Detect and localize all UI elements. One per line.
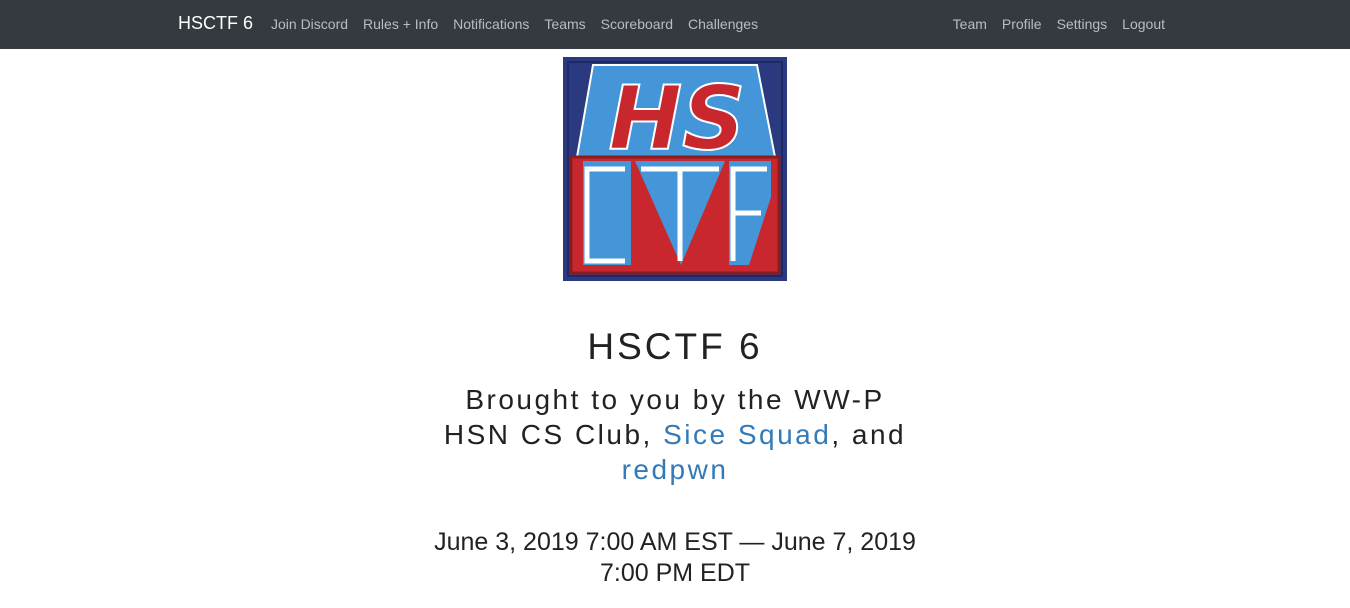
top-navbar: HSCTF 6 Join Discord Rules + Info Notifi…	[0, 0, 1350, 49]
nav-item-settings[interactable]: Settings	[1057, 16, 1108, 32]
page-title: HSCTF 6	[587, 326, 763, 367]
hsctf-logo-graphic: HS	[563, 57, 787, 281]
hsctf-logo: HS	[563, 57, 787, 281]
hero-subtitle: Brought to you by the WW-P HSN CS Club, …	[440, 382, 910, 487]
nav-item-logout[interactable]: Logout	[1122, 16, 1165, 32]
nav-item-profile[interactable]: Profile	[1002, 16, 1042, 32]
sice-squad-link[interactable]: Sice Squad	[663, 419, 831, 450]
nav-item-team[interactable]: Team	[953, 16, 987, 32]
brand-link[interactable]: HSCTF 6	[178, 13, 253, 34]
nav-item-notifications[interactable]: Notifications	[453, 16, 529, 32]
nav-item-teams[interactable]: Teams	[544, 16, 585, 32]
nav-item-rules-info[interactable]: Rules + Info	[363, 16, 438, 32]
nav-item-join-discord[interactable]: Join Discord	[271, 16, 348, 32]
svg-text:HS: HS	[608, 67, 745, 170]
subtitle-and: , and	[831, 419, 907, 450]
nav-right: Team Profile Settings Logout	[938, 16, 1165, 32]
nav-item-challenges[interactable]: Challenges	[688, 16, 758, 32]
redpwn-link[interactable]: redpwn	[622, 454, 729, 485]
nav-left: Join Discord Rules + Info Notifications …	[271, 16, 773, 32]
event-dates: June 3, 2019 7:00 AM EST — June 7, 2019 …	[434, 528, 916, 587]
nav-item-scoreboard[interactable]: Scoreboard	[601, 16, 673, 32]
